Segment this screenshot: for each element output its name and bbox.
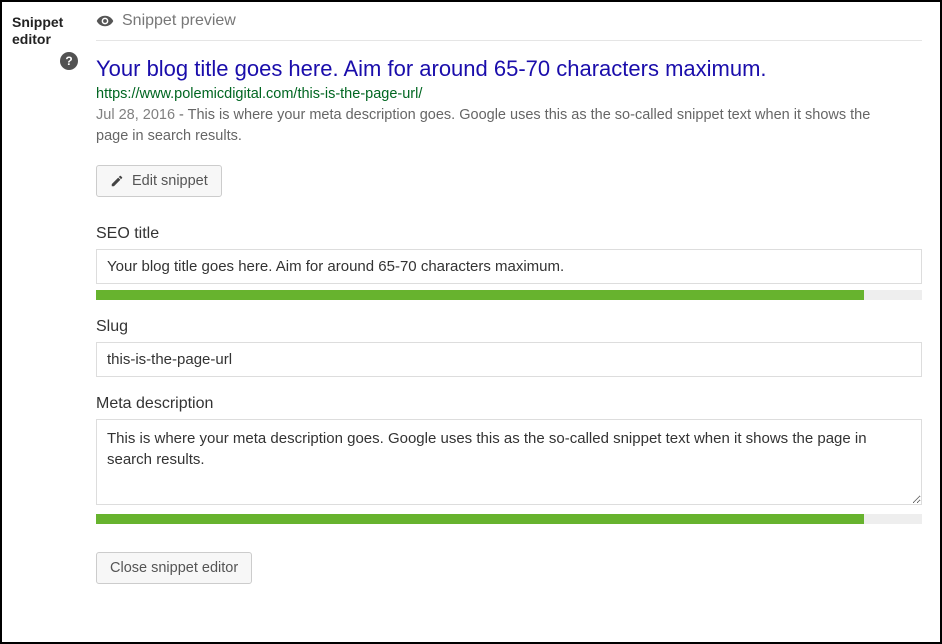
close-snippet-editor-button[interactable]: Close snippet editor — [96, 552, 252, 584]
slug-field: Slug — [96, 318, 922, 377]
close-snippet-editor-label: Close snippet editor — [110, 560, 238, 576]
meta-description-field: Meta description — [96, 395, 922, 524]
preview-sep: - — [175, 107, 188, 123]
slug-label: Slug — [96, 318, 922, 336]
preview-title[interactable]: Your blog title goes here. Aim for aroun… — [96, 55, 922, 84]
preview-heading: Snippet preview — [122, 12, 236, 30]
preview-desc-text: This is where your meta description goes… — [96, 107, 870, 144]
main-content: Snippet preview Your blog title goes her… — [96, 12, 922, 624]
meta-description-progress-fill — [96, 514, 864, 524]
preview-url[interactable]: https://www.polemicdigital.com/this-is-t… — [96, 86, 922, 102]
snippet-editor-panel: Snippet editor ? Snippet preview Your bl… — [0, 0, 942, 644]
edit-snippet-label: Edit snippet — [132, 173, 208, 189]
seo-title-progress — [96, 290, 922, 300]
preview-header: Snippet preview — [96, 12, 922, 41]
search-result-preview: Your blog title goes here. Aim for aroun… — [96, 55, 922, 147]
help-icon[interactable]: ? — [60, 52, 78, 70]
preview-date: Jul 28, 2016 — [96, 107, 175, 123]
edit-snippet-button[interactable]: Edit snippet — [96, 165, 222, 197]
preview-description: Jul 28, 2016 - This is where your meta d… — [96, 105, 876, 147]
sidebar: Snippet editor ? — [12, 12, 78, 624]
meta-description-label: Meta description — [96, 395, 922, 413]
eye-icon — [96, 12, 114, 30]
seo-title-progress-fill — [96, 290, 864, 300]
snippet-form: SEO title Slug Meta description Close sn… — [96, 225, 922, 584]
meta-description-progress — [96, 514, 922, 524]
slug-input[interactable] — [96, 342, 922, 377]
seo-title-label: SEO title — [96, 225, 922, 243]
seo-title-field: SEO title — [96, 225, 922, 300]
help-icon-wrap: ? — [12, 52, 78, 70]
meta-description-input[interactable] — [96, 419, 922, 505]
sidebar-label: Snippet editor — [12, 14, 78, 48]
pencil-icon — [110, 174, 124, 188]
seo-title-input[interactable] — [96, 249, 922, 284]
